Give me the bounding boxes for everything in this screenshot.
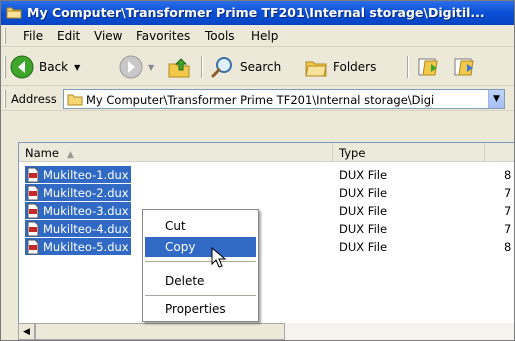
- folder-icon: [6, 7, 22, 19]
- file-name: Mukilteo-1.dux: [43, 167, 129, 182]
- context-menu: Cut Copy Delete Properties: [142, 209, 259, 322]
- file-type: DUX File: [339, 168, 388, 182]
- address-value: My Computer\Transformer Prime TF201\Inte…: [86, 93, 435, 107]
- file-name-cell[interactable]: Mukilteo-3.dux: [25, 202, 131, 219]
- file-row[interactable]: Mukilteo-1.dux DUX File 8: [19, 166, 514, 184]
- context-menu-delete[interactable]: Delete: [145, 271, 256, 291]
- forward-dropdown-icon[interactable]: ▼: [148, 63, 154, 72]
- copy-to-button[interactable]: [453, 54, 477, 80]
- context-menu-separator: [145, 261, 256, 262]
- folder-icon: [67, 94, 83, 106]
- column-header: Name ▲ Type: [19, 143, 514, 162]
- folders-icon: [305, 61, 327, 77]
- menu-favorites[interactable]: Favorites: [136, 29, 190, 43]
- file-size: 7: [504, 222, 512, 236]
- toolbar-grip[interactable]: [4, 56, 6, 78]
- title-bar[interactable]: My Computer\Transformer Prime TF201\Inte…: [1, 1, 514, 25]
- back-label: Back: [39, 60, 69, 74]
- forward-arrow-icon: [119, 55, 143, 79]
- address-label: Address: [11, 92, 57, 106]
- scrollbar-thumb[interactable]: [35, 323, 285, 340]
- file-row[interactable]: Mukilteo-5.dux DUX File 8: [19, 238, 514, 256]
- file-name: Mukilteo-3.dux: [43, 203, 129, 218]
- back-button[interactable]: Back ▼: [10, 54, 80, 80]
- copy-to-icon: [454, 58, 474, 76]
- move-to-icon: [418, 58, 438, 76]
- folders-label: Folders: [333, 60, 377, 74]
- column-size[interactable]: [485, 143, 514, 162]
- file-type: DUX File: [339, 204, 388, 218]
- file-size: 8: [504, 168, 512, 182]
- forward-button[interactable]: ▼: [119, 54, 154, 80]
- horizontal-scrollbar[interactable]: ◀: [18, 323, 514, 340]
- context-menu-properties[interactable]: Properties: [145, 299, 256, 319]
- column-name[interactable]: Name ▲: [19, 143, 333, 162]
- file-size: 8: [504, 240, 512, 254]
- mouse-cursor-icon: [211, 247, 227, 268]
- file-row[interactable]: Mukilteo-3.dux DUX File 7: [19, 202, 514, 220]
- file-name-cell[interactable]: Mukilteo-5.dux: [25, 238, 131, 255]
- folders-button[interactable]: Folders: [304, 54, 376, 80]
- file-name: Mukilteo-4.dux: [43, 221, 129, 236]
- back-dropdown-icon[interactable]: ▼: [74, 63, 80, 72]
- window-title: My Computer\Transformer Prime TF201\Inte…: [27, 5, 485, 20]
- dux-file-icon: [27, 203, 39, 218]
- file-size: 7: [504, 204, 512, 218]
- dux-file-icon: [27, 221, 39, 236]
- file-row[interactable]: Mukilteo-2.dux DUX File 7: [19, 184, 514, 202]
- address-grip[interactable]: [4, 90, 6, 108]
- file-row[interactable]: Mukilteo-4.dux DUX File 7: [19, 220, 514, 238]
- file-list: Name ▲ Type Mukilteo-1.dux DUX File 8 Mu…: [18, 142, 514, 340]
- search-button[interactable]: Search: [211, 54, 281, 80]
- explorer-window: My Computer\Transformer Prime TF201\Inte…: [0, 0, 515, 341]
- move-to-button[interactable]: [417, 54, 441, 80]
- chevron-down-icon: ▼: [493, 94, 500, 104]
- file-type: DUX File: [339, 186, 388, 200]
- file-type: DUX File: [339, 222, 388, 236]
- file-name-cell[interactable]: Mukilteo-1.dux: [25, 166, 131, 183]
- menu-help[interactable]: Help: [251, 29, 278, 43]
- back-arrow-icon: [10, 55, 34, 79]
- dux-file-icon: [27, 167, 39, 182]
- dux-file-icon: [27, 239, 39, 254]
- sort-ascending-icon: ▲: [66, 150, 74, 160]
- file-name-cell[interactable]: Mukilteo-4.dux: [25, 220, 131, 237]
- file-name: Mukilteo-5.dux: [43, 239, 129, 254]
- toolbar-separator: [201, 56, 203, 78]
- menu-bar: File Edit View Favorites Tools Help: [1, 25, 514, 47]
- file-type: DUX File: [339, 240, 388, 254]
- menu-view[interactable]: View: [94, 29, 122, 43]
- column-type[interactable]: Type: [333, 143, 485, 162]
- file-size: 7: [504, 186, 512, 200]
- search-icon: [211, 57, 232, 78]
- chevron-left-icon: ◀: [23, 326, 30, 337]
- menu-tools[interactable]: Tools: [205, 29, 235, 43]
- toolbar-separator-2: [407, 56, 409, 78]
- column-type-label: Type: [339, 146, 366, 160]
- address-bar: Address My Computer\Transformer Prime TF…: [1, 87, 514, 111]
- search-label: Search: [240, 60, 282, 74]
- file-name: Mukilteo-2.dux: [43, 185, 129, 200]
- dux-file-icon: [27, 185, 39, 200]
- scroll-left-button[interactable]: ◀: [18, 323, 35, 340]
- toolbar: Back ▼ ▼ Search Folders: [1, 48, 514, 86]
- context-menu-separator: [145, 295, 256, 296]
- file-name-cell[interactable]: Mukilteo-2.dux: [25, 184, 131, 201]
- context-menu-copy[interactable]: Copy: [145, 237, 256, 257]
- column-name-label: Name: [25, 146, 59, 160]
- menu-file[interactable]: File: [23, 29, 43, 43]
- address-input[interactable]: My Computer\Transformer Prime TF201\Inte…: [63, 89, 505, 109]
- menu-grip[interactable]: [4, 28, 6, 44]
- address-dropdown-button[interactable]: ▼: [488, 90, 504, 108]
- up-folder-button[interactable]: [167, 54, 191, 80]
- up-folder-icon: [168, 58, 190, 78]
- context-menu-cut[interactable]: Cut: [145, 216, 256, 236]
- menu-edit[interactable]: Edit: [57, 29, 80, 43]
